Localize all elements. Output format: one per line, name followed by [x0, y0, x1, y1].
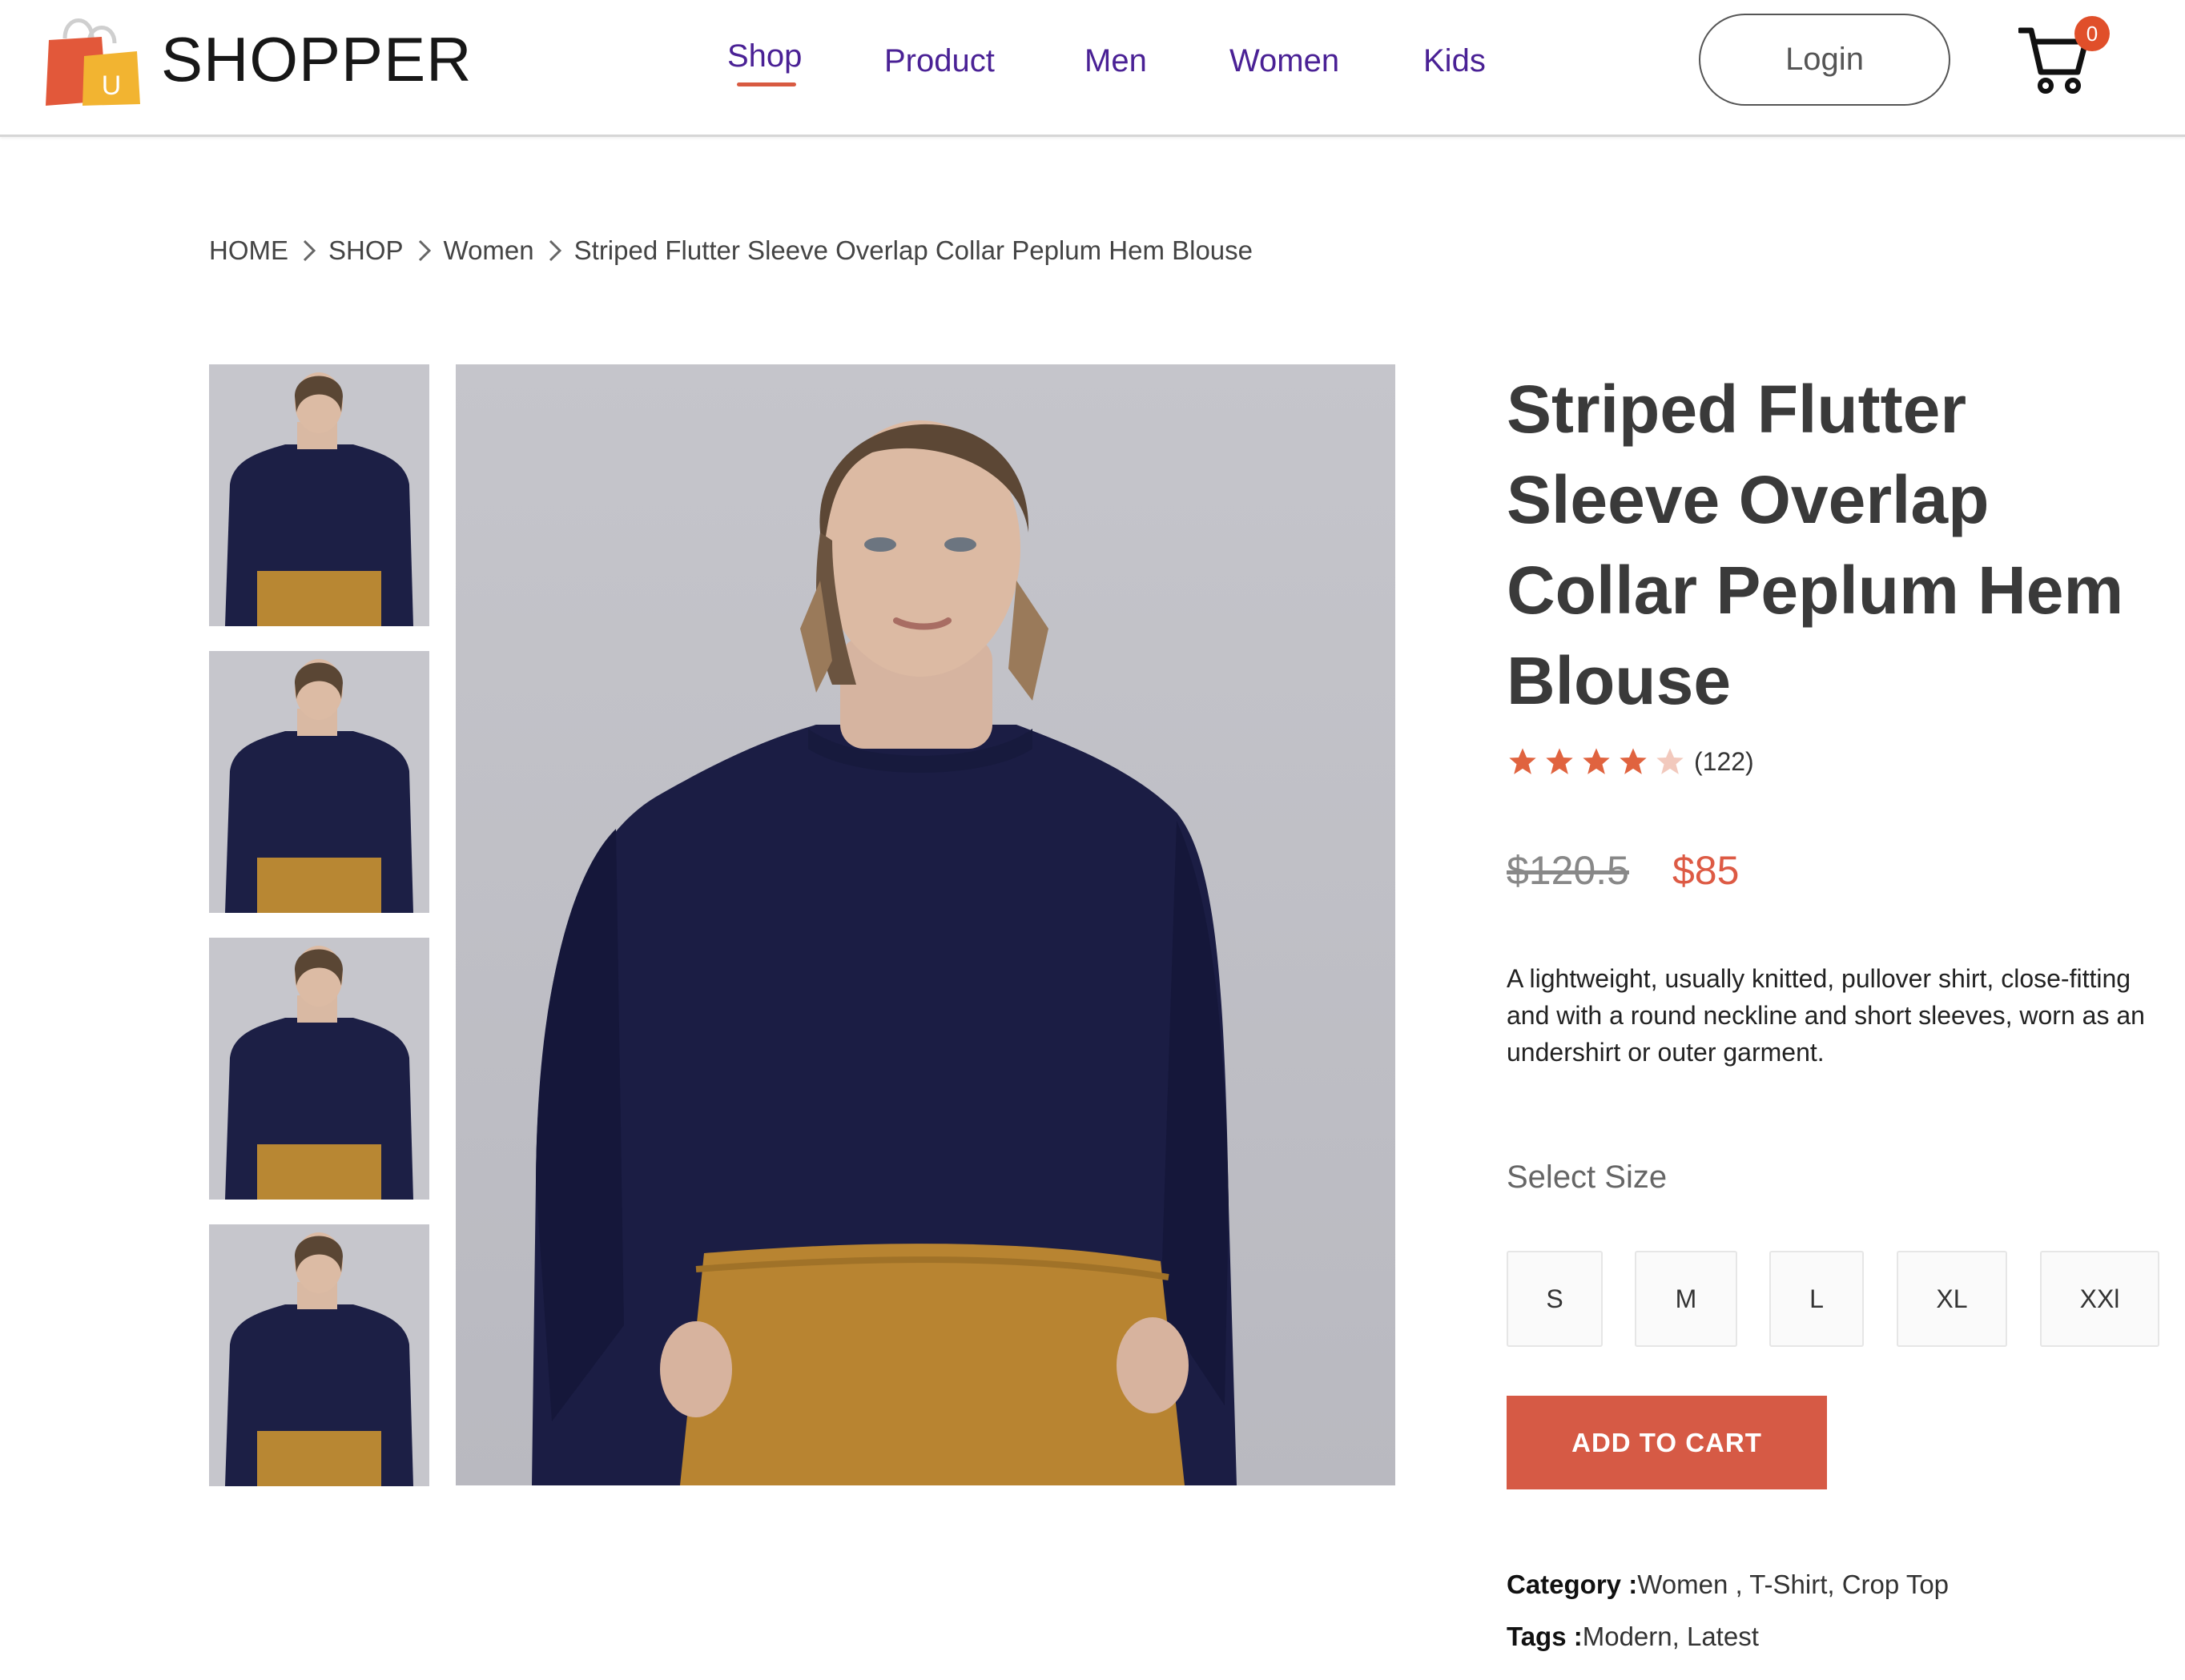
- add-to-cart-button[interactable]: ADD TO CART: [1507, 1396, 1827, 1489]
- rating-count: (122): [1694, 746, 1754, 776]
- product-thumbnail-4[interactable]: [209, 1224, 429, 1486]
- chevron-right-icon: [549, 239, 561, 262]
- brand[interactable]: U SHOPPER: [42, 11, 472, 107]
- active-nav-indicator: [737, 82, 796, 86]
- model-photo: [209, 938, 429, 1200]
- product-thumbnail-2[interactable]: [209, 651, 429, 913]
- product-description: A lightweight, usually knitted, pullover…: [1507, 964, 2145, 1067]
- nav-link-product[interactable]: Product: [884, 38, 995, 83]
- size-option-s[interactable]: S: [1507, 1251, 1603, 1347]
- size-option-l[interactable]: L: [1769, 1251, 1864, 1347]
- category-row: Category :Women , T-Shirt, Crop Top: [1507, 1569, 1949, 1600]
- logo-letter: U: [102, 70, 122, 101]
- sale-price: $85: [1672, 848, 1740, 893]
- product-thumbnail-3[interactable]: [209, 938, 429, 1200]
- product-title: Striped Flutter Sleeve Overlap Collar Pe…: [1507, 372, 2124, 718]
- star-icon: [1546, 748, 1573, 774]
- product-page: U SHOPPER Shop Product Men Women Kids Lo…: [0, 0, 2185, 1680]
- tags-row: Tags :Modern, Latest: [1507, 1622, 1759, 1652]
- size-option-xl[interactable]: XL: [1897, 1251, 2007, 1347]
- model-photo: [209, 364, 429, 626]
- nav-link-shop[interactable]: Shop: [727, 34, 802, 78]
- product-thumbnail-1[interactable]: [209, 364, 429, 626]
- nav-link-men[interactable]: Men: [1084, 38, 1147, 83]
- breadcrumb-women[interactable]: Women: [444, 235, 534, 266]
- cart-button[interactable]: 0: [2018, 16, 2113, 96]
- navbar: U SHOPPER Shop Product Men Women Kids Lo…: [0, 0, 2185, 137]
- original-price: $120.5: [1507, 848, 1629, 893]
- breadcrumb: HOME SHOP Women Striped Flutter Sleeve O…: [209, 231, 1253, 271]
- product-rating: (122): [1507, 743, 1754, 780]
- star-icon: [1583, 748, 1610, 774]
- model-photo: [209, 651, 429, 913]
- category-value: Women , T-Shirt, Crop Top: [1637, 1569, 1950, 1599]
- login-button[interactable]: Login: [1699, 14, 1950, 106]
- nav-link-kids[interactable]: Kids: [1423, 38, 1486, 83]
- tags-value: Modern, Latest: [1582, 1622, 1759, 1651]
- cart-count-badge: 0: [2074, 16, 2110, 51]
- model-photo: [456, 364, 1395, 1485]
- chevron-right-icon: [418, 239, 431, 262]
- tags-key: Tags :: [1507, 1622, 1583, 1651]
- chevron-right-icon: [303, 239, 316, 262]
- star-icon: [1620, 748, 1647, 774]
- size-option-m[interactable]: M: [1635, 1251, 1737, 1347]
- breadcrumb-shop[interactable]: SHOP: [328, 235, 404, 266]
- star-icon: [1509, 748, 1536, 774]
- star-empty-icon: [1656, 748, 1684, 774]
- nav-link-women[interactable]: Women: [1229, 38, 1339, 83]
- model-photo: [209, 1224, 429, 1486]
- category-key: Category :: [1507, 1569, 1638, 1599]
- size-option-xxl[interactable]: XXl: [2040, 1251, 2159, 1347]
- brand-name: SHOPPER: [161, 24, 473, 94]
- shopping-bags-icon: U: [46, 18, 140, 106]
- product-main-image[interactable]: [456, 364, 1395, 1485]
- breadcrumb-home[interactable]: HOME: [209, 235, 288, 266]
- select-size-label: Select Size: [1507, 1160, 1668, 1195]
- breadcrumb-current: Striped Flutter Sleeve Overlap Collar Pe…: [573, 235, 1253, 265]
